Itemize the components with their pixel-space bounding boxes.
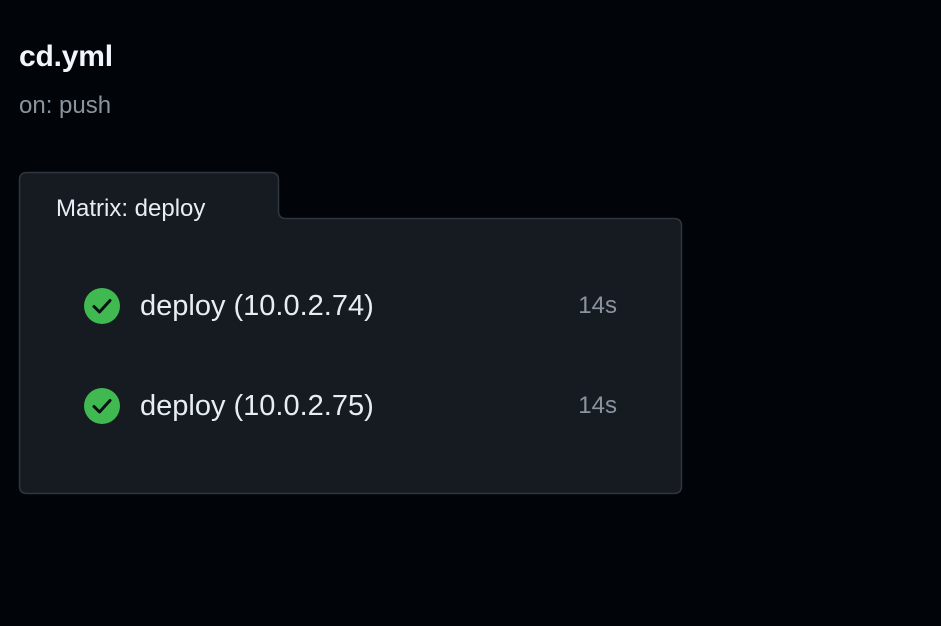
check-circle-icon <box>83 287 121 325</box>
workflow-trigger: on: push <box>19 92 112 119</box>
workflow-graph-page: cd.yml on: push Matrix: deploy deploy (1… <box>0 0 941 626</box>
check-circle-icon <box>83 387 121 425</box>
job-row-deploy-10-0-2-75[interactable]: deploy (10.0.2.75) 14s <box>83 386 617 426</box>
job-name: deploy (10.0.2.75) <box>140 389 374 422</box>
job-row-deploy-10-0-2-74[interactable]: deploy (10.0.2.74) 14s <box>83 286 617 326</box>
matrix-label: Matrix: deploy <box>56 195 206 222</box>
job-name: deploy (10.0.2.74) <box>140 289 374 322</box>
job-duration: 14s <box>578 292 617 319</box>
matrix-card: Matrix: deploy deploy (10.0.2.74) 14s de… <box>18 171 683 495</box>
workflow-file-title: cd.yml <box>19 40 113 73</box>
job-duration: 14s <box>578 392 617 419</box>
